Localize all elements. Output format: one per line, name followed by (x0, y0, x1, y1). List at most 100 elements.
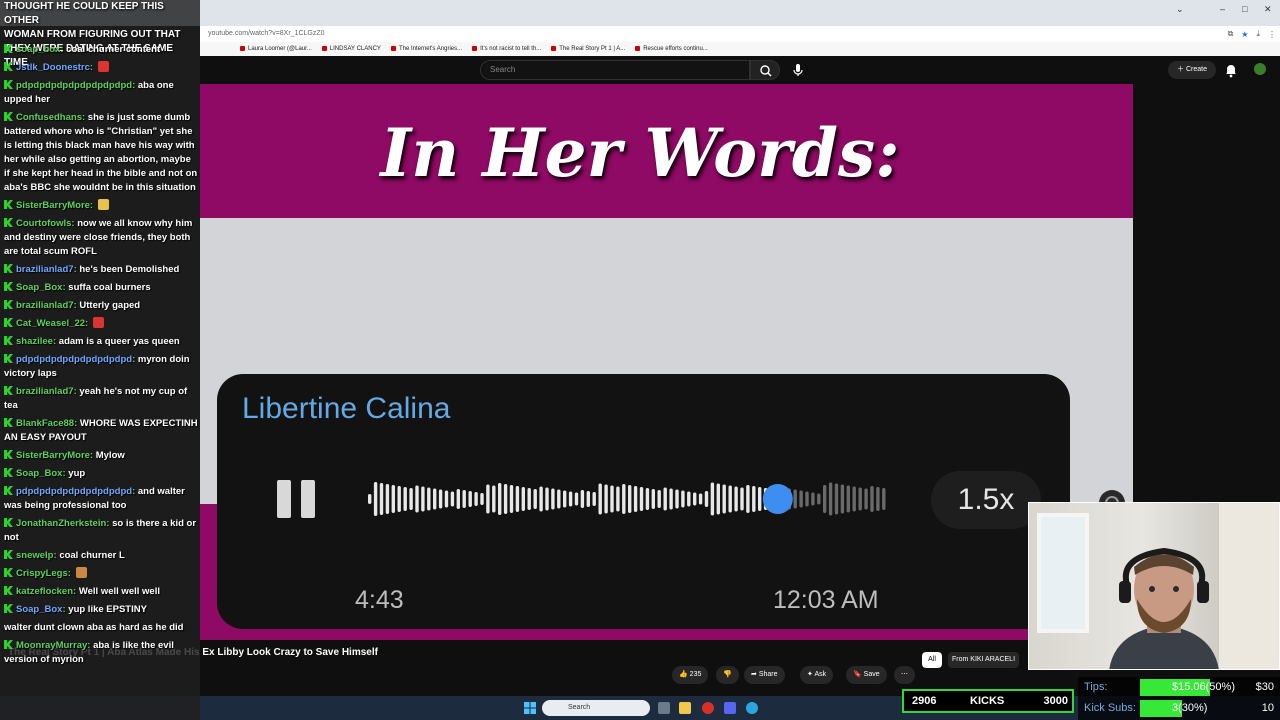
chat-username[interactable]: pdpdpdpdpdpdpdpdpdpd (16, 486, 132, 497)
chat-overlay: THOUGHT HE COULD KEEP THIS OTHER WOMAN F… (0, 0, 200, 720)
chat-username[interactable]: brazilianlad7 (16, 386, 74, 397)
chat-username[interactable]: JonathanZherkstein (16, 518, 106, 529)
chat-username[interactable]: Cat_Weasel_22 (16, 318, 85, 329)
chat-username[interactable]: MoonrayMurray (16, 640, 87, 651)
bookmark-item[interactable]: Laura Loomer (@Laur... (240, 46, 312, 52)
like-button[interactable]: 👍 235 (672, 666, 709, 684)
chat-username[interactable]: katzeflocken (16, 586, 73, 597)
kick-badge-icon (4, 468, 13, 477)
waveform-bar (545, 487, 549, 511)
chat-username[interactable]: BlankFace88 (16, 418, 74, 429)
chat-username[interactable]: SisterBarryMore (16, 200, 90, 211)
bookmark-item[interactable]: LINDSAY CLANCY (322, 46, 381, 52)
avatar[interactable] (1254, 63, 1266, 75)
waveform-bar (515, 486, 520, 512)
waveform-bar (793, 489, 797, 509)
search-button[interactable] (750, 60, 780, 80)
waveform-bar (645, 488, 650, 510)
close-icon[interactable]: ✕ (1264, 4, 1272, 15)
ask-button[interactable]: ✦ Ask (800, 666, 834, 684)
kick-badge-icon (4, 450, 13, 459)
notifications-bell-icon[interactable] (1224, 62, 1238, 78)
chat-username[interactable]: shazilee (16, 336, 53, 347)
tips-value: $15.06(50%) (1172, 681, 1235, 693)
waveform-bar (870, 486, 874, 512)
chat-username[interactable]: soap_box (16, 44, 60, 55)
chat-username[interactable]: Courtofowls (16, 218, 71, 229)
waveform-bar (628, 485, 632, 513)
chat-username[interactable]: pdpdpdpdpdpdpdpdpdpd (16, 354, 132, 365)
chat-text: suffa coal burners (68, 282, 151, 293)
voice-message-duration: 4:43 (355, 586, 404, 614)
save-button[interactable]: 🔖 Save (846, 666, 887, 684)
bookmark-item[interactable]: The Real Story Pt 1 | A... (551, 46, 625, 52)
bookmark-item[interactable]: The Internet's Angries... (391, 46, 462, 52)
chip-all[interactable]: All (922, 652, 942, 668)
windows-start-icon[interactable] (524, 702, 536, 714)
taskbar-search[interactable]: Search (542, 700, 650, 716)
chat-username[interactable]: Soap_Box (16, 604, 62, 615)
waveform-bar (610, 485, 614, 513)
waveform-bar (468, 491, 472, 507)
waveform-bar (480, 493, 484, 505)
kick-badge-icon (4, 386, 13, 395)
extension-icon[interactable]: ⧉ (1228, 29, 1234, 39)
chat-username[interactable]: CrispyLegs (16, 568, 68, 579)
address-bar[interactable]: youtube.com/watch?v=8Xr_1CLGzZ0 (200, 26, 1280, 42)
waveform-bar (509, 485, 514, 513)
tab-dropdown-icon[interactable]: ⌄ (1176, 4, 1184, 15)
voice-search-button[interactable] (787, 60, 809, 80)
chat-text: yup like EPSTINY (68, 604, 147, 615)
discord-icon[interactable] (724, 702, 736, 714)
waveform-bar (586, 491, 590, 507)
waveform-bar (728, 485, 732, 513)
pause-icon[interactable] (277, 480, 317, 518)
kick-badge-icon (4, 568, 13, 577)
chat-username[interactable]: Soap_Box (16, 282, 62, 293)
create-button[interactable]: ＋ Create (1168, 61, 1216, 79)
file-explorer-icon[interactable] (679, 702, 691, 714)
bookmark-star-icon[interactable]: ★ (1241, 30, 1248, 39)
waveform-bar (657, 490, 661, 508)
task-view-icon[interactable] (658, 702, 670, 714)
chat-username[interactable]: Confusedhans (16, 112, 82, 123)
bookmark-item[interactable]: Rescue efforts continu... (635, 46, 708, 52)
menu-icon[interactable]: ⋮ (1268, 30, 1276, 39)
chrome-icon[interactable] (702, 702, 714, 714)
waveform-bar (616, 486, 620, 512)
waveform-bar (450, 491, 455, 507)
kick-badge-icon (4, 112, 13, 121)
kick-badge-icon (4, 418, 13, 427)
minimize-icon[interactable]: – (1220, 4, 1225, 14)
dislike-button[interactable]: 👎 (716, 666, 739, 684)
tips-goal-row: Tips: $15.06(50%) $30 (1078, 677, 1280, 698)
chat-message: MoonrayMurray: aba is like the evil vers… (4, 640, 174, 665)
download-icon[interactable]: ⤓ (1256, 29, 1260, 39)
chat-message: shazilee: adam is a queer yas queen (4, 335, 198, 349)
chat-username[interactable]: brazilianlad7 (16, 264, 74, 275)
waveform-bar (675, 489, 679, 509)
playback-speed-button[interactable]: 1.5x (931, 471, 1041, 529)
more-actions-button[interactable]: ⋯ (894, 666, 915, 684)
chat-username[interactable]: brazilianlad7 (16, 300, 74, 311)
chat-username[interactable]: SisterBarryMore (16, 450, 90, 461)
kicks-goal: 3000 (1043, 695, 1068, 707)
chat-message-list: soap_box: coal churner content Jstlk_Doon… (4, 43, 198, 671)
search-input[interactable]: Search (480, 60, 750, 80)
subs-value: 3(30%) (1172, 702, 1208, 714)
chat-username[interactable]: Jstlk_Doonestrc (16, 62, 90, 73)
audio-waveform[interactable] (367, 479, 887, 519)
waveform-bar (403, 487, 407, 511)
chip-from-channel[interactable]: From KIKI ARACELI (948, 652, 1020, 668)
chat-username[interactable]: snewelp (16, 550, 54, 561)
maximize-icon[interactable]: □ (1242, 4, 1247, 14)
chat-message: Cat_Weasel_22: (4, 317, 198, 331)
share-button[interactable]: ➦ Share (744, 666, 785, 684)
kick-badge-icon (4, 586, 13, 595)
video-player[interactable]: In Her Words: Libertine Calina 1.5x 4:43… (200, 84, 1133, 640)
waveform-bar (681, 490, 685, 508)
bookmark-item[interactable]: It's not racist to tell th... (472, 46, 541, 52)
app-icon[interactable] (746, 702, 758, 714)
chat-username[interactable]: Soap_Box (16, 468, 62, 479)
chat-username[interactable]: pdpdpdpdpdpdpdpdpdpd (16, 80, 132, 91)
